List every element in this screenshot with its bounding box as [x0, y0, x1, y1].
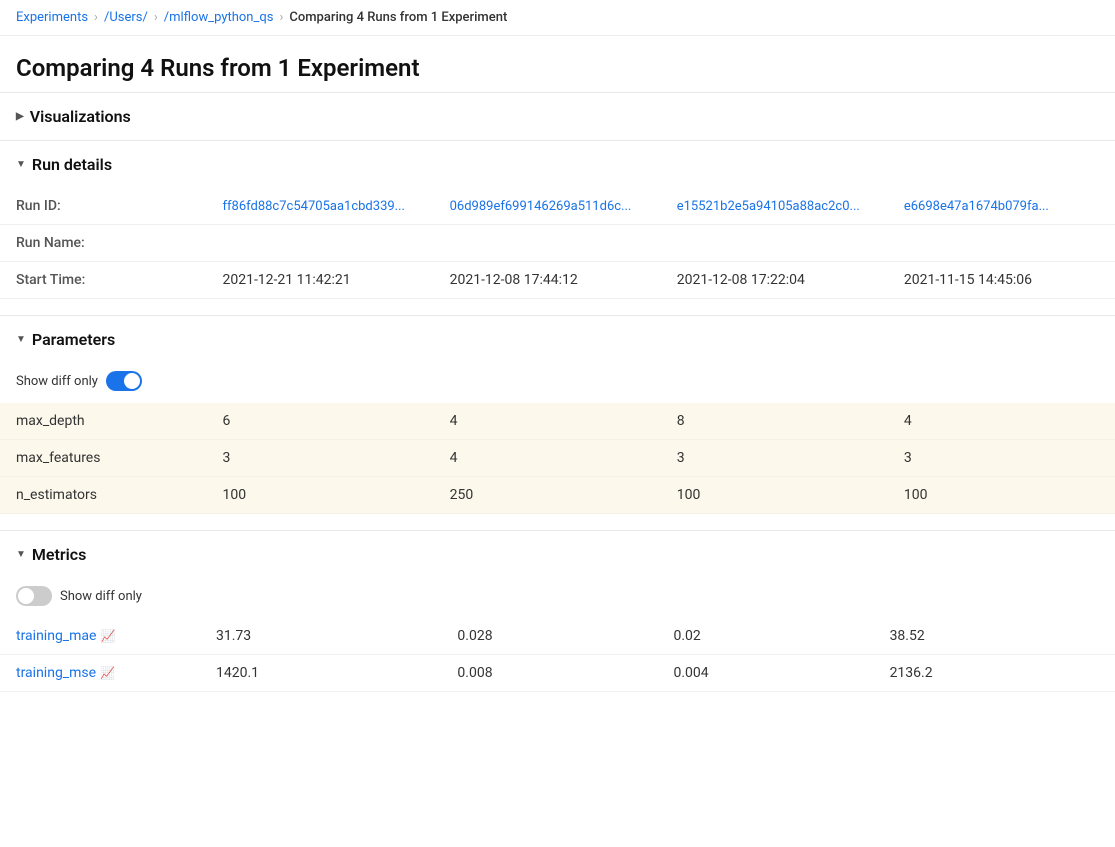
param-value-0: 100 — [206, 477, 433, 514]
breadcrumb: Experiments › /Users/ › /mlflow_python_q… — [0, 0, 1115, 36]
table-row: training_mae 📈 31.730.0280.0238.52 — [0, 618, 1115, 655]
param-value-0: 3 — [206, 440, 433, 477]
table-row: max_depth6484 — [0, 403, 1115, 440]
metric-name-text: training_mse — [16, 665, 96, 681]
param-name-cell: max_depth — [0, 403, 206, 440]
param-value-1: 4 — [434, 403, 661, 440]
run-id-label: Run ID: — [0, 188, 206, 225]
param-name-cell: max_features — [0, 440, 206, 477]
param-name-cell: n_estimators — [0, 477, 206, 514]
metric-name-link[interactable]: training_mse 📈 — [16, 665, 184, 681]
param-value-2: 3 — [661, 440, 888, 477]
parameters-label: Parameters — [32, 330, 115, 349]
run-details-table: Run ID: ff86fd88c7c54705aa1cbd339... 06d… — [0, 188, 1115, 299]
breadcrumb-experiment[interactable]: /mlflow_python_qs — [164, 10, 274, 25]
chart-icon: 📈 — [100, 666, 115, 680]
param-value-2: 100 — [661, 477, 888, 514]
run-id-val-3: e6698e47a1674b079fa... — [888, 188, 1115, 225]
visualizations-header[interactable]: ▶ Visualizations — [0, 92, 1115, 140]
breadcrumb-users[interactable]: /Users/ — [104, 10, 148, 25]
metrics-section: ▼ Metrics Show diff only training_mae 📈 31… — [0, 530, 1115, 708]
parameters-show-diff-label: Show diff only — [16, 374, 98, 389]
parameters-content: Show diff only max_depth6484max_features… — [0, 363, 1115, 530]
start-time-val-1: 2021-12-08 17:44:12 — [434, 262, 661, 299]
table-row: Run ID: ff86fd88c7c54705aa1cbd339... 06d… — [0, 188, 1115, 225]
param-value-2: 8 — [661, 403, 888, 440]
start-time-val-3: 2021-11-15 14:45:06 — [888, 262, 1115, 299]
run-name-val-0 — [206, 225, 433, 262]
run-name-val-3 — [888, 225, 1115, 262]
param-value-3: 100 — [888, 477, 1115, 514]
table-row: training_mse 📈 1420.10.0080.0042136.2 — [0, 655, 1115, 692]
metrics-header[interactable]: ▼ Metrics — [0, 530, 1115, 578]
run-details-header[interactable]: ▼ Run details — [0, 140, 1115, 188]
run-name-val-2 — [661, 225, 888, 262]
run-name-label: Run Name: — [0, 225, 206, 262]
run-id-val-2: e15521b2e5a94105a88ac2c0... — [661, 188, 888, 225]
metric-value-1: 0.008 — [441, 655, 657, 692]
run-id-link-0[interactable]: ff86fd88c7c54705aa1cbd339... — [222, 199, 405, 214]
run-details-chevron: ▼ — [16, 159, 26, 170]
run-id-val-1: 06d989ef699146269a511d6c... — [434, 188, 661, 225]
start-time-val-0: 2021-12-21 11:42:21 — [206, 262, 433, 299]
run-details-content: Run ID: ff86fd88c7c54705aa1cbd339... 06d… — [0, 188, 1115, 315]
param-value-3: 4 — [888, 403, 1115, 440]
chart-icon: 📈 — [100, 629, 115, 643]
breadcrumb-sep-1: › — [94, 10, 98, 25]
metrics-toggle-knob — [18, 588, 34, 604]
param-value-1: 4 — [434, 440, 661, 477]
metric-value-1: 0.028 — [441, 618, 657, 655]
metric-name-cell: training_mse 📈 — [0, 655, 200, 692]
breadcrumb-sep-3: › — [279, 10, 283, 25]
metrics-toggle-slider — [16, 586, 52, 606]
parameters-show-diff-toggle[interactable] — [106, 371, 142, 391]
metrics-content: Show diff only training_mae 📈 31.730.0280.… — [0, 578, 1115, 708]
run-details-label: Run details — [32, 155, 112, 174]
metrics-label: Metrics — [32, 545, 86, 564]
run-name-val-1 — [434, 225, 661, 262]
param-value-0: 6 — [206, 403, 433, 440]
metric-value-2: 0.02 — [657, 618, 873, 655]
run-id-link-3[interactable]: e6698e47a1674b079fa... — [904, 199, 1049, 214]
run-details-section: ▼ Run details Run ID: ff86fd88c7c54705aa… — [0, 140, 1115, 315]
parameters-toggle-knob — [124, 373, 140, 389]
metrics-toggle-row: Show diff only — [0, 578, 1115, 618]
parameters-toggle-row: Show diff only — [0, 363, 1115, 403]
parameters-table: max_depth6484max_features3433n_estimator… — [0, 403, 1115, 514]
visualizations-label: Visualizations — [30, 107, 131, 126]
metric-value-0: 31.73 — [200, 618, 441, 655]
metric-name-link[interactable]: training_mae 📈 — [16, 628, 184, 644]
parameters-chevron: ▼ — [16, 334, 26, 345]
run-id-val-0: ff86fd88c7c54705aa1cbd339... — [206, 188, 433, 225]
table-row: Run Name: — [0, 225, 1115, 262]
metrics-table: training_mae📈31.730.0280.0238.52training… — [0, 618, 1115, 692]
metric-value-2: 0.004 — [657, 655, 873, 692]
metrics-show-diff-toggle[interactable] — [16, 586, 52, 606]
run-id-link-2[interactable]: e15521b2e5a94105a88ac2c0... — [677, 199, 860, 214]
breadcrumb-experiments[interactable]: Experiments — [16, 10, 88, 25]
param-value-3: 3 — [888, 440, 1115, 477]
start-time-val-2: 2021-12-08 17:22:04 — [661, 262, 888, 299]
metrics-chevron: ▼ — [16, 549, 26, 560]
metric-name-cell: training_mae 📈 — [0, 618, 200, 655]
start-time-label: Start Time: — [0, 262, 206, 299]
parameters-section: ▼ Parameters Show diff only max_depth648… — [0, 315, 1115, 530]
run-id-link-1[interactable]: 06d989ef699146269a511d6c... — [450, 199, 632, 214]
table-row: Start Time: 2021-12-21 11:42:21 2021-12-… — [0, 262, 1115, 299]
metrics-show-diff-label: Show diff only — [60, 589, 142, 604]
parameters-header[interactable]: ▼ Parameters — [0, 315, 1115, 363]
metric-value-3: 38.52 — [874, 618, 1115, 655]
page-title: Comparing 4 Runs from 1 Experiment — [0, 36, 1115, 92]
breadcrumb-current: Comparing 4 Runs from 1 Experiment — [289, 10, 507, 25]
visualizations-chevron: ▶ — [16, 111, 24, 122]
table-row: n_estimators100250100100 — [0, 477, 1115, 514]
metric-value-3: 2136.2 — [874, 655, 1115, 692]
parameters-toggle-slider — [106, 371, 142, 391]
table-row: max_features3433 — [0, 440, 1115, 477]
visualizations-section: ▶ Visualizations — [0, 92, 1115, 140]
param-value-1: 250 — [434, 477, 661, 514]
metric-name-text: training_mae — [16, 628, 96, 644]
breadcrumb-sep-2: › — [154, 10, 158, 25]
metric-value-0: 1420.1 — [200, 655, 441, 692]
